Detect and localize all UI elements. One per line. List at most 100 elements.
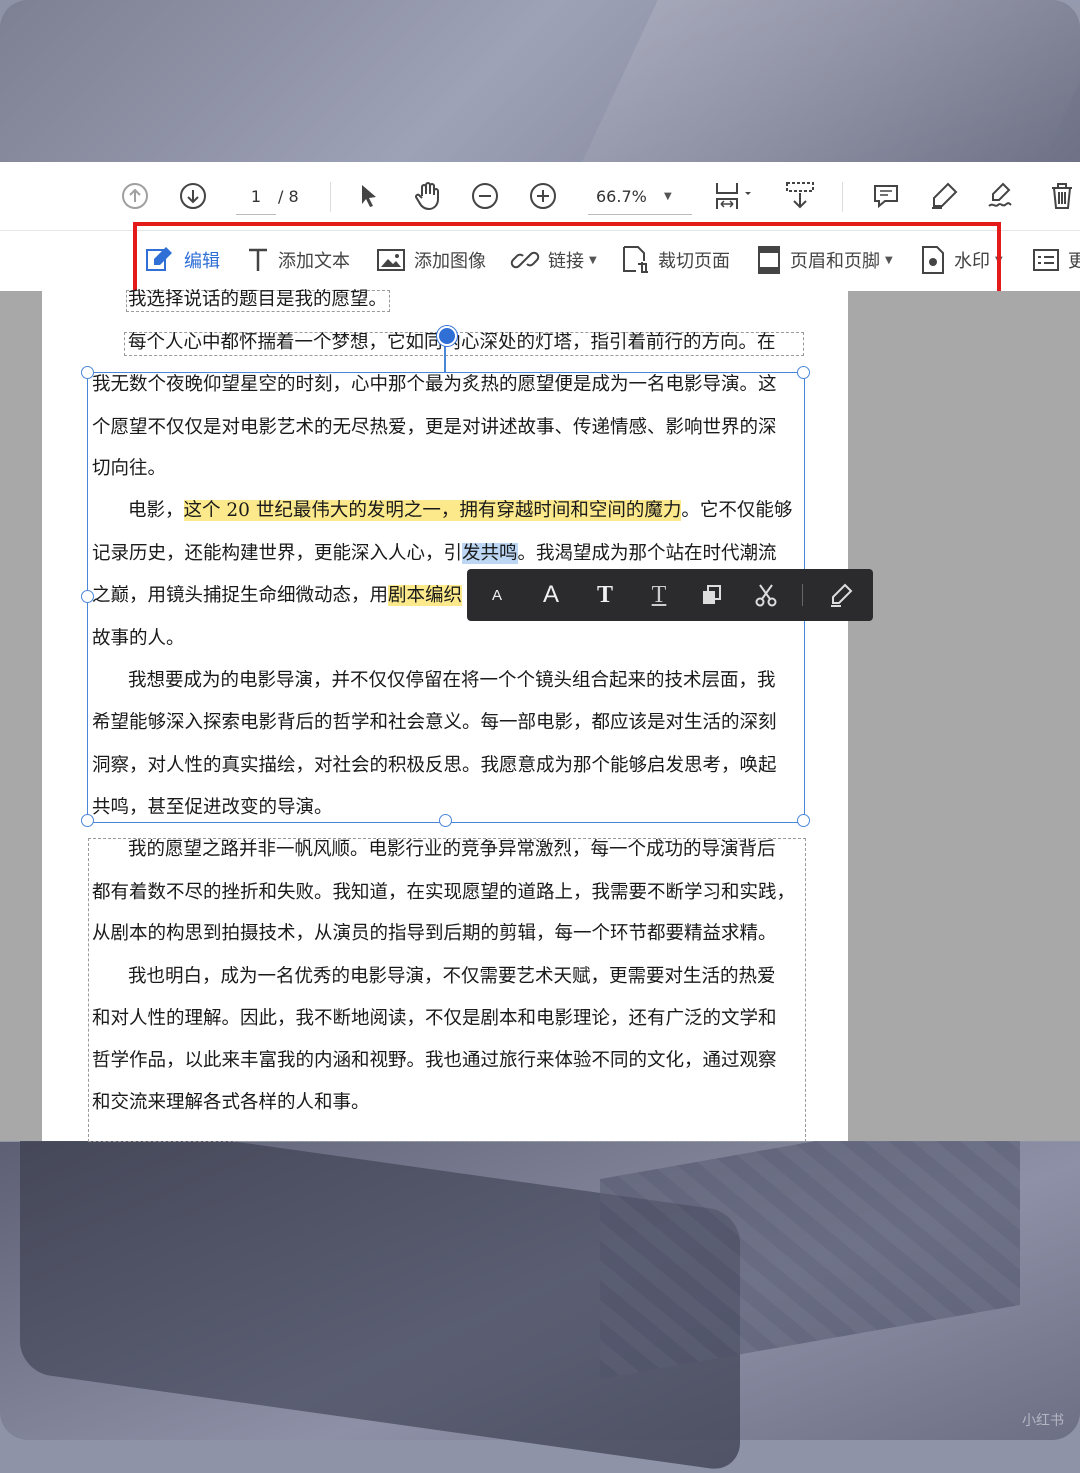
arrow-up-icon: [122, 183, 148, 209]
crop-page-icon: [623, 246, 648, 273]
resize-handle-bottom-right[interactable]: [797, 814, 810, 827]
resize-handle-left[interactable]: [81, 590, 94, 603]
font-smaller-button[interactable]: A: [485, 569, 509, 621]
text-line[interactable]: 洞察，对人性的真实描绘，对社会的积极反思。我愿意成为那个能够启发思考，唤起: [92, 754, 777, 778]
viewer-margin-left: [0, 291, 42, 1141]
text-line[interactable]: 记录历史，还能构建世界，更能深入人心，引发共鸣。我渴望成为那个站在时代潮流: [92, 542, 777, 566]
crop-page-label: 裁切页面: [658, 251, 730, 272]
zoom-in-button[interactable]: [526, 162, 560, 230]
text-line[interactable]: 哲学作品，以此来丰富我的内涵和视野。我也通过旅行来体验不同的文化，通过观察: [92, 1049, 777, 1073]
cut-button[interactable]: [751, 569, 781, 621]
link-button[interactable]: 链接 ▼: [510, 231, 597, 289]
chevron-down-icon[interactable]: ▼: [664, 180, 672, 214]
text-line[interactable]: 和交流来理解各式各样的人和事。: [92, 1091, 370, 1115]
select-arrow-icon: [362, 185, 376, 207]
sign-button[interactable]: [984, 162, 1020, 230]
comment-button[interactable]: [868, 162, 904, 230]
delete-button[interactable]: [1044, 162, 1080, 230]
font-larger-button[interactable]: A: [537, 569, 565, 621]
more-button[interactable]: 更: [1032, 231, 1080, 289]
delete-icon: [1052, 183, 1072, 209]
resize-handle-top-left[interactable]: [81, 366, 94, 379]
fabric-texture: [600, 1104, 1020, 1380]
background-photo-top: [0, 0, 1080, 162]
edit-tool-button[interactable]: 编辑: [144, 231, 220, 289]
text-line[interactable]: 我无数个夜晚仰望星空的时刻，心中那个最为炙热的愿望便是成为一名电影导演。这: [92, 373, 777, 397]
rotate-handle[interactable]: [437, 326, 457, 346]
link-icon: [510, 251, 540, 269]
resize-handle-top-right[interactable]: [797, 366, 810, 379]
next-page-button[interactable]: [176, 162, 210, 230]
zoom-level-select[interactable]: 66.7%: [588, 180, 692, 215]
background-photo-bottom: [0, 1104, 1080, 1473]
highlighted-text: 这个 20 世纪最伟大的发明之一，拥有穿越时间和空间的魔力: [183, 500, 682, 521]
zoom-in-icon: [530, 183, 556, 209]
bold-button[interactable]: T: [591, 569, 619, 621]
hand-icon: [415, 182, 439, 211]
marquee-zoom-button[interactable]: [780, 162, 820, 230]
text-line[interactable]: 都有着数不尽的挫折和失败。我知道，在实现愿望的道路上，我需要不断学习和实践，: [92, 881, 795, 905]
viewer-margin-right: [848, 291, 1080, 1141]
text-line[interactable]: 和对人性的理解。因此，我不断地阅读，不仅是剧本和电影理论，还有广泛的文学和: [92, 1007, 777, 1031]
text-span: 之巅，用镜头捕捉生命细微动态，用: [92, 585, 389, 606]
divider: [330, 182, 331, 212]
text-span: 。它不仅能够: [681, 500, 793, 521]
resize-handle-bottom-left[interactable]: [81, 814, 94, 827]
zoom-out-icon: [472, 183, 498, 209]
text-line[interactable]: 故事的人。: [92, 627, 185, 651]
text-line[interactable]: 切向往。: [92, 457, 166, 481]
watermark-label: 水印: [954, 251, 990, 272]
text-line[interactable]: 我选择说话的题目是我的愿望。: [128, 288, 387, 312]
text-line[interactable]: 之巅，用镜头捕捉生命细微动态，用剧本编织: [92, 584, 463, 608]
watermark-icon: [922, 246, 944, 274]
selected-text: 发共鸣: [462, 543, 518, 564]
edit-pen-icon: [831, 583, 853, 607]
add-text-button[interactable]: 添加文本: [246, 231, 350, 289]
add-image-button[interactable]: 添加图像: [376, 231, 486, 289]
edit-icon: [146, 247, 172, 271]
image-icon: [377, 249, 405, 271]
copy-icon: [703, 585, 721, 604]
page-number-input[interactable]: 1: [236, 180, 276, 215]
page-total: / 8: [278, 187, 299, 206]
more-label: 更: [1068, 251, 1080, 272]
fit-page-button[interactable]: [708, 162, 758, 230]
link-label: 链接: [548, 251, 584, 272]
add-image-label: 添加图像: [414, 251, 486, 272]
highlight-pen-icon: [932, 182, 958, 209]
divider: [802, 584, 803, 606]
text-line[interactable]: 从剧本的构思到拍摄技术，从演员的指导到后期的剪辑，每一个环节都要精益求精。: [92, 922, 777, 946]
hand-tool-button[interactable]: [408, 162, 448, 230]
text-line[interactable]: 我的愿望之路并非一帆风顺。电影行业的竞争异常激烈，每一个成功的导演背后: [128, 838, 776, 862]
text-line[interactable]: 个愿望不仅仅是对电影艺术的无尽热爱，更是对讲述故事、传递情感、影响世界的深: [92, 416, 777, 440]
text-line[interactable]: 我想要成为的电影导演，并不仅仅停留在将一个个镜头组合起来的技术层面，我: [128, 669, 776, 693]
watermark-button[interactable]: 水印 ▼: [920, 231, 1003, 289]
copy-button[interactable]: [697, 569, 727, 621]
text-line[interactable]: 希望能够深入探索电影背后的哲学和社会意义。每一部电影，都应该是对生活的深刻: [92, 711, 777, 735]
select-tool-button[interactable]: [352, 162, 386, 230]
text-color-button[interactable]: [825, 569, 857, 621]
fit-page-icon: [716, 183, 751, 209]
chevron-down-icon: ▼: [589, 254, 597, 266]
text-format-toolbar: A A T T: [467, 569, 873, 621]
crop-page-button[interactable]: 裁切页面: [620, 231, 730, 289]
header-footer-button[interactable]: 页眉和页脚 ▼: [756, 231, 893, 289]
text-span: 电影，: [128, 500, 184, 521]
text-line[interactable]: 共鸣，甚至促进改变的导演。: [92, 796, 333, 820]
prev-page-button[interactable]: [118, 162, 152, 230]
add-text-label: 添加文本: [278, 251, 350, 272]
arrow-down-icon: [180, 183, 206, 209]
text-span: 记录历史，还能构建世界，更能深入人心，引: [92, 543, 463, 564]
watermark-logo: 小红书: [1022, 1413, 1064, 1429]
text-line[interactable]: 电影，这个 20 世纪最伟大的发明之一，拥有穿越时间和空间的魔力。它不仅能够: [128, 499, 792, 523]
zoom-out-button[interactable]: [468, 162, 502, 230]
header-footer-label: 页眉和页脚: [790, 251, 880, 272]
marquee-icon: [786, 182, 814, 209]
highlight-button[interactable]: [926, 162, 962, 230]
resize-handle-bottom[interactable]: [439, 814, 452, 827]
text-T-icon: [249, 248, 267, 271]
more-icon: [1033, 249, 1059, 271]
underline-button[interactable]: T: [645, 569, 673, 621]
text-line[interactable]: 我也明白，成为一名优秀的电影导演，不仅需要艺术天赋，更需要对生活的热爱: [128, 965, 776, 989]
header-footer-icon: [758, 246, 780, 274]
